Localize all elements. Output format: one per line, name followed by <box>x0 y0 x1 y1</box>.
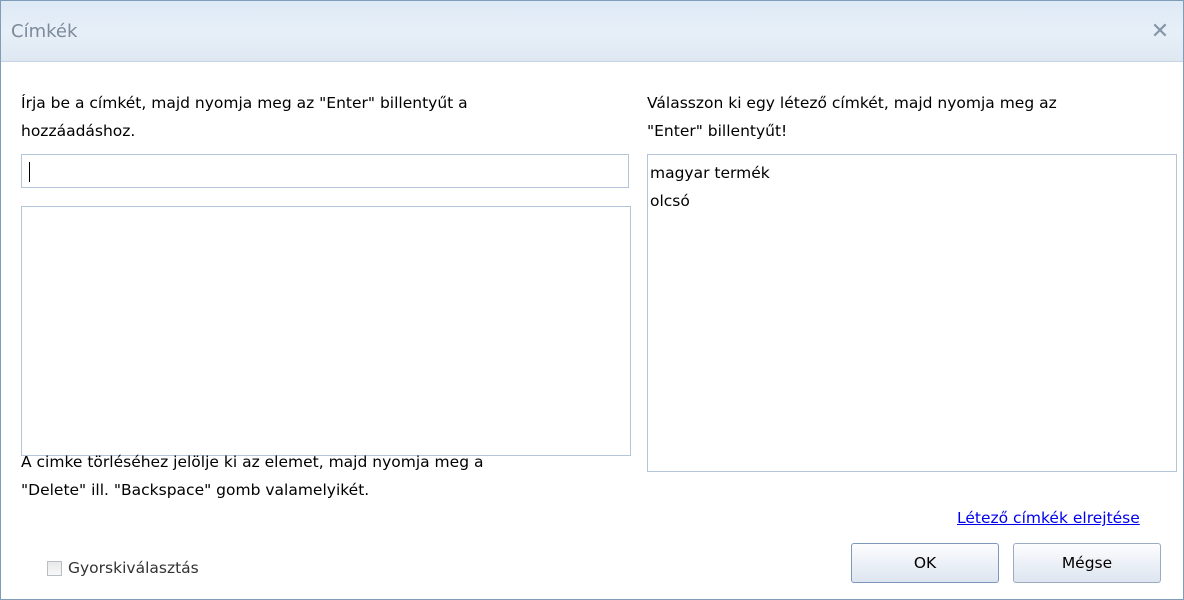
title-bar: Címkék ✕ <box>1 1 1183 62</box>
cancel-button[interactable]: Mégse <box>1013 543 1161 583</box>
add-instruction-line1: Írja be a címkét, majd nyomja meg az "En… <box>21 94 468 112</box>
existing-tag-item[interactable]: magyar termék <box>648 159 1176 187</box>
quick-select-option[interactable]: Gyorskiválasztás <box>47 556 199 580</box>
added-tags-list[interactable] <box>21 206 631 456</box>
select-instruction-line2: "Enter" billentyűt! <box>647 122 788 140</box>
ok-button[interactable]: OK <box>851 543 999 583</box>
quick-select-checkbox[interactable] <box>47 560 62 576</box>
select-instruction-line1: Válasszon ki egy létező címkét, majd nyo… <box>647 94 1057 112</box>
text-caret <box>29 162 30 182</box>
delete-hint-line1: A cimke törléséhez jelölje ki az elemet,… <box>21 453 484 471</box>
existing-tag-item[interactable]: olcsó <box>648 187 1176 215</box>
tags-dialog: Címkék ✕ Írja be a címkét, majd nyomja m… <box>0 0 1184 600</box>
hide-existing-tags-link[interactable]: Létező címkék elrejtése <box>957 509 1140 527</box>
tag-input[interactable] <box>21 154 629 188</box>
existing-tags-list[interactable]: magyar termék olcsó <box>647 154 1177 472</box>
close-icon[interactable]: ✕ <box>1145 17 1175 47</box>
add-instruction-line2: hozzáadáshoz. <box>21 122 136 140</box>
quick-select-label: Gyorskiválasztás <box>68 559 199 577</box>
dialog-title: Címkék <box>11 21 78 42</box>
delete-hint-line2: "Delete" ill. "Backspace" gomb valamelyi… <box>21 481 370 499</box>
